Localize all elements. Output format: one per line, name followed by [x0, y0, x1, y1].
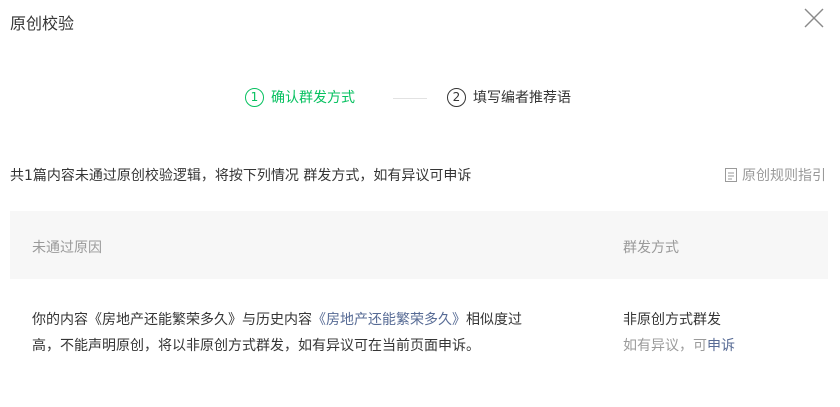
step-1: 1 确认群发方式	[245, 87, 355, 107]
summary-text: 共1篇内容未通过原创校验逻辑，将按下列情况 群发方式，如有异议可申诉	[10, 168, 472, 184]
failure-table: 未通过原因 群发方式 你的内容《房地产还能繁荣多久》与历史内容《房地产还能繁荣多…	[10, 211, 828, 389]
table-header: 未通过原因 群发方式	[10, 211, 828, 279]
appeal-link[interactable]: 申诉	[707, 338, 735, 354]
step-1-number: 1	[245, 87, 264, 107]
step-2: 2 填写编者推荐语	[447, 87, 571, 107]
step-1-label: 确认群发方式	[271, 90, 355, 106]
close-button[interactable]	[802, 6, 826, 30]
header-method: 群发方式	[623, 240, 679, 256]
reason-prefix: 你的内容《房地产还能繁荣多久》与历史内容	[32, 312, 312, 328]
table-row: 你的内容《房地产还能繁荣多久》与历史内容《房地产还能繁荣多久》相似度过高，不能声…	[10, 279, 828, 389]
method-cell: 非原创方式群发 如有异议，可申诉	[623, 307, 735, 359]
header-reason: 未通过原因	[32, 240, 102, 256]
dialog-title: 原创校验	[10, 14, 75, 33]
reason-cell: 你的内容《房地产还能繁荣多久》与历史内容《房地产还能繁荣多久》相似度过高，不能声…	[32, 307, 530, 359]
step-connector	[393, 98, 427, 99]
step-2-label: 填写编者推荐语	[473, 90, 571, 106]
step-2-number: 2	[447, 87, 466, 107]
close-icon	[804, 8, 824, 28]
rules-guide-link[interactable]: 原创规则指引	[725, 165, 826, 185]
rules-guide-label: 原创规则指引	[742, 168, 826, 184]
history-content-link[interactable]: 《房地产还能繁荣多久》	[312, 312, 466, 328]
method-sub-text: 如有异议，可	[623, 338, 707, 354]
step-indicator: 1 确认群发方式 2 填写编者推荐语	[0, 87, 840, 111]
document-icon	[725, 168, 737, 182]
method-main: 非原创方式群发	[623, 312, 721, 328]
method-sub: 如有异议，可申诉	[623, 333, 735, 359]
